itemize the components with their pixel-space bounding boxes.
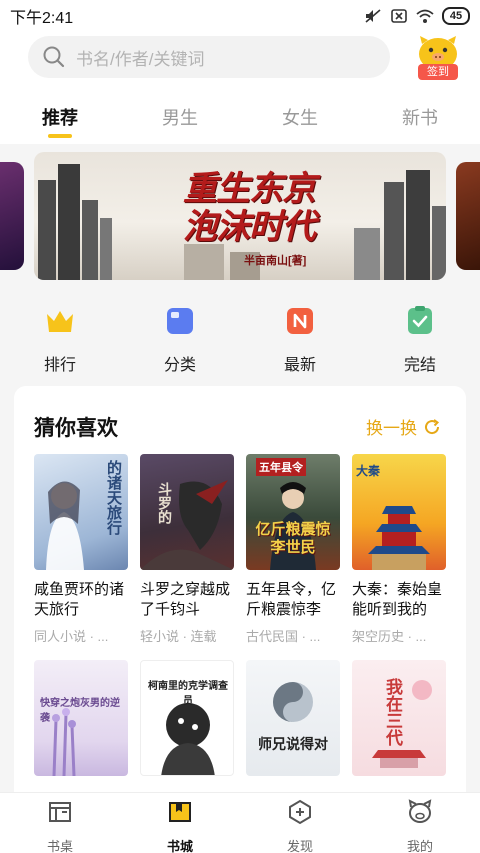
status-bar: 下午2:41 45 [0, 0, 480, 32]
book-title: 咸鱼贾环的诸天旅行 [34, 581, 125, 618]
tab-male[interactable]: 男生 [150, 104, 210, 130]
tab-new-books[interactable]: 新书 [390, 104, 450, 130]
bottom-nav-desk[interactable]: 书桌 [28, 799, 92, 853]
active-tab-indicator [48, 134, 72, 138]
banner-title-line2: 泡沫时代 [183, 207, 316, 247]
quick-nav-category[interactable]: 分类 [150, 306, 210, 375]
book-cover-title: 大秦 [356, 464, 381, 478]
book-cover: 斗罗的 [140, 454, 234, 570]
search-placeholder: 书名/作者/关键词 [76, 49, 205, 69]
book-cover-title: 快穿之炮灰男的逆袭 [40, 698, 120, 724]
book-cover-title: 柯南里的克学调查员 [148, 681, 228, 707]
book-meta: 轻小说 · 连载 [140, 629, 217, 644]
status-icons: 45 [364, 7, 470, 25]
status-time: 下午2:41 [10, 10, 74, 27]
bookshelf-icon [49, 802, 71, 822]
quick-nav-label: 分类 [163, 357, 196, 374]
profile-icon [408, 799, 432, 823]
book-card[interactable]: 斗罗的 斗罗之穿越成了千钧斗 轻小说 · 连载 [140, 454, 234, 645]
book-cover: 大秦 [352, 454, 446, 570]
checkin-label: 签到 [418, 64, 458, 80]
search-input[interactable]: 书名/作者/关键词 [28, 36, 390, 78]
featured-banner[interactable]: 重生东京 泡沫时代 半亩南山[著] [34, 152, 446, 280]
refresh-button[interactable]: 换一换 [366, 414, 441, 439]
section-title: 猜你喜欢 [34, 417, 118, 440]
bottom-nav-label: 我的 [406, 839, 433, 853]
book-cover: 我在三代 [352, 660, 446, 776]
book-cover-title: 师兄说得对 [258, 737, 328, 753]
bottom-nav-profile[interactable]: 我的 [388, 799, 452, 853]
quick-nav-finished[interactable]: 完结 [390, 306, 450, 375]
quick-nav-latest[interactable]: 最新 [270, 306, 330, 375]
sim-icon [391, 9, 407, 23]
banner-title-line1: 重生东京 [183, 169, 316, 209]
book-meta: 古代民国 · ... [246, 629, 321, 644]
book-title: 五年县令，亿斤粮震惊李 [246, 581, 337, 618]
category-tabs: 推荐 男生 女生 新书 [0, 98, 480, 144]
book-cover-title: 斗罗的 [156, 482, 172, 524]
crown-icon [47, 311, 73, 332]
bottom-nav-label: 书桌 [46, 839, 73, 853]
book-cover: 柯南里的克学调查员 [140, 660, 234, 776]
battery-indicator: 45 [442, 7, 470, 25]
quick-nav-label: 排行 [43, 357, 76, 374]
book-meta: 架空历史 · ... [352, 629, 427, 644]
search-icon [43, 46, 65, 68]
refresh-icon [425, 418, 440, 434]
wifi-icon [416, 9, 434, 23]
tab-recommend[interactable]: 推荐 [30, 104, 90, 130]
category-icon [167, 308, 193, 334]
book-card[interactable]: 大秦 大秦：秦始皇能听到我的 架空历史 · ... [352, 454, 446, 645]
bottom-nav: 书桌 书城 发现 我的 [0, 792, 480, 853]
banner-prev-slide[interactable] [0, 162, 24, 270]
header: 书名/作者/关键词 签到 推荐 男生 女生 新书 [0, 32, 480, 144]
book-cover-title: 亿斤粮震惊李世民 [255, 520, 331, 556]
quick-nav: 排行 分类 最新 完结 [0, 296, 480, 375]
book-cover: 的诸天旅行 [34, 454, 128, 570]
book-cover-top-title: 五年县令 [256, 458, 306, 476]
book-cover-art [140, 480, 234, 570]
new-icon [287, 308, 313, 334]
mute-icon [365, 9, 381, 23]
banner-title: 重生东京 泡沫时代 [144, 170, 354, 246]
book-title: 大秦：秦始皇能听到我的 [352, 581, 443, 618]
book-cover: 师兄说得对 [246, 660, 340, 776]
guess-you-like-section: 猜你喜欢 换一换 的诸天旅行 咸鱼贾环的诸天旅行 同人小说 · ... 斗罗的 … [14, 386, 466, 806]
tab-female[interactable]: 女生 [270, 104, 330, 130]
banner-next-slide[interactable] [456, 162, 480, 270]
bookstore-icon [169, 802, 191, 822]
book-cover-title: 的诸天旅行 [105, 460, 123, 535]
banner-author: 半亩南山[著] [244, 255, 307, 267]
refresh-label: 换一换 [366, 419, 417, 438]
quick-nav-ranking[interactable]: 排行 [30, 306, 90, 375]
book-cover: 快穿之炮灰男的逆袭 [34, 660, 128, 776]
quick-nav-label: 完结 [403, 357, 436, 374]
bottom-nav-discover[interactable]: 发现 [268, 799, 332, 853]
bottom-nav-label: 发现 [286, 839, 313, 853]
book-cover-art [273, 682, 313, 722]
checkin-button[interactable]: 签到 [414, 34, 462, 82]
book-card[interactable]: 的诸天旅行 咸鱼贾环的诸天旅行 同人小说 · ... [34, 454, 128, 645]
bottom-nav-label: 书城 [166, 839, 193, 853]
done-icon [408, 306, 432, 334]
book-meta: 同人小说 · ... [34, 629, 109, 644]
book-card[interactable]: 五年县令 亿斤粮震惊李世民 五年县令，亿斤粮震惊李 古代民国 · ... [246, 454, 340, 645]
book-cover-title: 我在三代 [382, 678, 402, 746]
quick-nav-label: 最新 [283, 357, 316, 374]
book-cover: 五年县令 亿斤粮震惊李世民 [246, 454, 340, 570]
bottom-nav-bookstore[interactable]: 书城 [148, 799, 212, 853]
book-title: 斗罗之穿越成了千钧斗 [140, 581, 231, 618]
discover-icon [289, 799, 311, 825]
